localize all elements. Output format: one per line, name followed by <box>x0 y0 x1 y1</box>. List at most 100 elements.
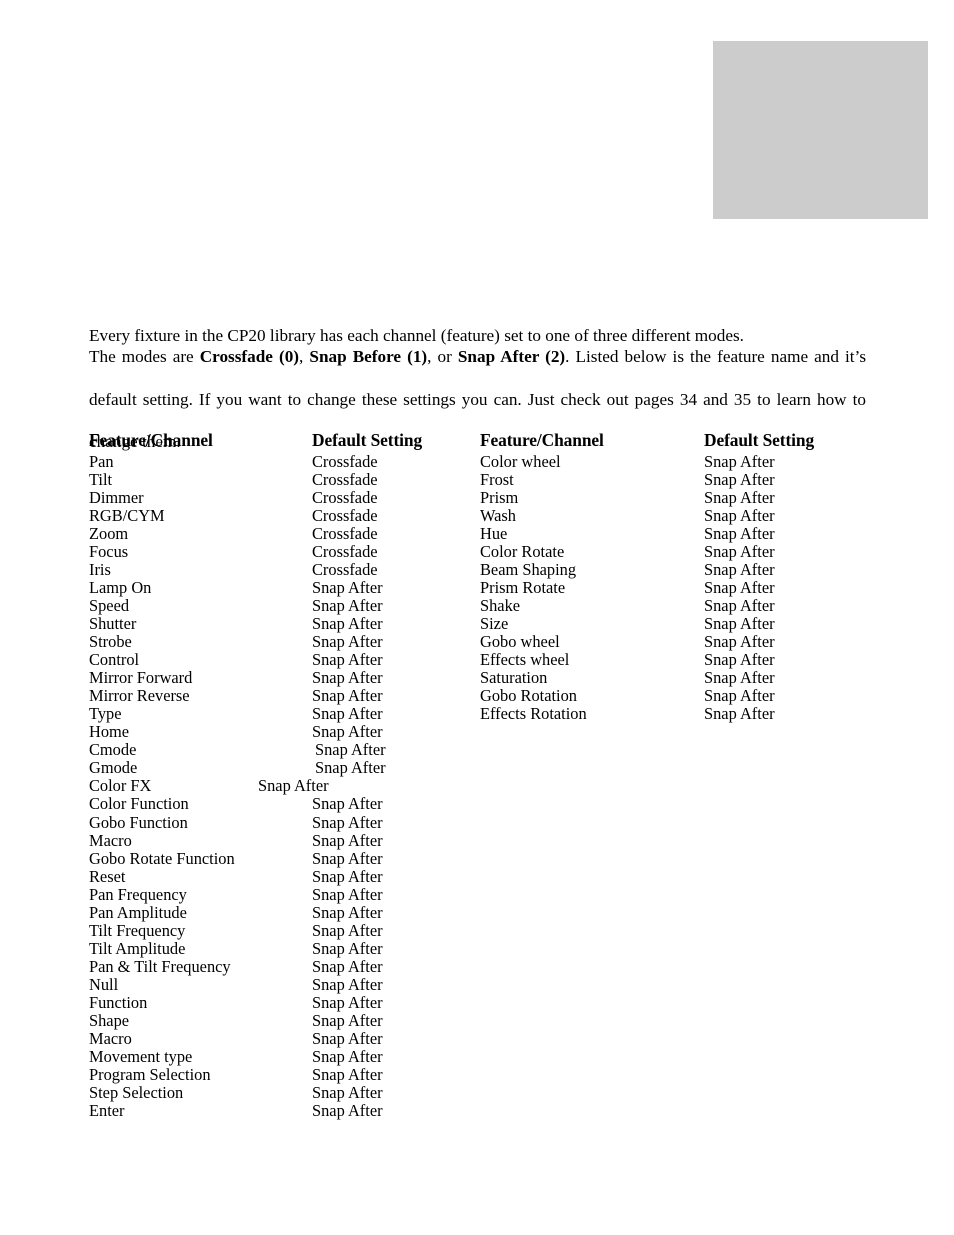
feature-channel-label: Hue <box>480 523 508 543</box>
table-row: Step Selection Snap After <box>0 1084 480 1102</box>
feature-channel-label: Prism <box>480 487 519 507</box>
table-row: Cmode Snap After <box>0 741 480 759</box>
table-row: Beam Shaping Snap After <box>0 559 954 579</box>
table-row: Shape Snap After <box>0 1011 480 1031</box>
default-setting-value: Snap After <box>704 505 775 525</box>
default-setting-value: Snap After <box>312 884 383 904</box>
table-row: Home Snap After <box>0 723 480 741</box>
table-row: Color Function Snap After <box>0 795 480 813</box>
table-row: Effects Rotation Snap After <box>0 705 954 723</box>
column-header-feature-right: Feature/Channel <box>480 430 604 450</box>
feature-channel-label: Step Selection <box>89 1083 184 1103</box>
table-row: Tilt Amplitude Snap After <box>0 938 480 958</box>
default-setting-value: Snap After <box>312 1047 383 1067</box>
feature-channel-label: Shake <box>480 595 521 615</box>
table-row: Enter Snap After <box>0 1102 480 1120</box>
feature-channel-label: Pan Frequency <box>89 884 187 904</box>
feature-channel-label: Gmode <box>89 758 138 778</box>
table-row: Tilt Frequency Snap After <box>0 920 480 940</box>
feature-channel-label: Gobo Rotate Function <box>89 848 235 868</box>
table-row: Shake Snap After <box>0 595 954 615</box>
default-setting-value: Snap After <box>704 668 775 688</box>
feature-channel-label: Beam Shaping <box>480 559 577 579</box>
default-setting-value: Snap After <box>315 758 386 778</box>
default-setting-value: Snap After <box>312 956 383 976</box>
table-row: Function Snap After <box>0 993 480 1012</box>
default-setting-value: Snap After <box>312 1083 383 1103</box>
feature-channel-label: Wash <box>480 505 517 525</box>
default-setting-value: Snap After <box>312 920 383 940</box>
table-row: Pan & Tilt Frequency Snap After <box>0 956 480 976</box>
table-row: Gobo Rotate Function Snap After <box>0 848 480 868</box>
default-setting-value: Snap After <box>704 613 775 633</box>
feature-channel-label: Function <box>89 993 148 1012</box>
feature-channel-label: Gobo Function <box>89 812 188 832</box>
default-setting-value: Snap After <box>312 1065 383 1085</box>
default-setting-value: Snap After <box>312 938 383 958</box>
table-row: Gobo Function Snap After <box>0 812 480 832</box>
feature-channel-label: Gobo Rotation <box>480 686 577 706</box>
default-setting-value: Snap After <box>312 830 383 850</box>
feature-channel-label: Prism Rotate <box>480 577 566 597</box>
table-row: Macro Snap After <box>0 830 480 850</box>
default-setting-value: Snap After <box>315 740 386 760</box>
table-row: Frost Snap After <box>0 469 954 489</box>
default-setting-value: Snap After <box>312 993 383 1012</box>
feature-channel-label: Null <box>89 974 119 994</box>
default-setting-value: Snap After <box>312 974 383 994</box>
table-row: Gobo Rotation Snap After <box>0 687 954 705</box>
column-header-setting-right: Default Setting <box>704 430 815 450</box>
table-row: Reset Snap After <box>0 866 480 886</box>
feature-channel-label: Cmode <box>89 740 137 760</box>
feature-channel-label: Movement type <box>89 1047 193 1067</box>
feature-channel-label: Color FX <box>89 776 152 796</box>
default-setting-value: Snap After <box>312 848 383 868</box>
feature-channel-label: Tilt Amplitude <box>89 938 186 958</box>
default-setting-value: Snap After <box>704 650 775 670</box>
table-row: Prism Rotate Snap After <box>0 577 954 597</box>
default-setting-value: Snap After <box>704 686 775 706</box>
table-row: Macro Snap After <box>0 1030 480 1048</box>
table-row: Color FX Snap After <box>0 777 480 795</box>
default-setting-value: Snap After <box>704 523 775 543</box>
feature-channel-label: Color Function <box>89 794 189 814</box>
feature-channel-label: Shape <box>89 1011 130 1031</box>
column-header-feature-left: Feature/Channel <box>89 430 213 450</box>
default-setting-value: Snap After <box>312 1101 383 1121</box>
default-setting-value: Snap After <box>312 794 383 814</box>
table-row: Prism Snap After <box>0 487 954 507</box>
table-row: Color wheel Snap After <box>0 451 954 471</box>
default-setting-value: Snap After <box>704 559 775 579</box>
default-setting-value: Snap After <box>704 487 775 507</box>
table-row: Program Selection Snap After <box>0 1066 480 1084</box>
feature-channel-label: Size <box>480 613 509 633</box>
table-row: Color Rotate Snap After <box>0 542 954 561</box>
table-row: Hue Snap After <box>0 523 954 543</box>
feature-channel-label: Effects wheel <box>480 650 570 670</box>
table-row: Movement type Snap After <box>0 1048 480 1066</box>
default-setting-value: Snap After <box>704 704 775 724</box>
default-setting-value: Snap After <box>704 469 775 489</box>
feature-channel-label: Macro <box>89 830 132 850</box>
feature-channel-label: Frost <box>480 469 514 489</box>
feature-channel-label: Saturation <box>480 668 548 688</box>
table-row: Effects wheel Snap After <box>0 650 954 670</box>
feature-channel-label: Effects Rotation <box>480 704 587 724</box>
default-setting-value: Snap After <box>312 866 383 886</box>
feature-channel-label: Color wheel <box>480 451 561 471</box>
table-row: Gobo wheel Snap After <box>0 632 954 651</box>
table-row: Pan Amplitude Snap After <box>0 903 480 922</box>
default-setting-value: Snap After <box>704 595 775 615</box>
feature-channel-label: Program Selection <box>89 1065 211 1085</box>
feature-default-settings-table: Feature/Channel Default Setting Feature/… <box>0 0 954 1235</box>
column-header-setting-left: Default Setting <box>312 430 423 450</box>
table-row: Wash Snap After <box>0 505 954 525</box>
feature-channel-label: Home <box>89 722 130 742</box>
feature-channel-label: Gobo wheel <box>480 632 560 651</box>
default-setting-value: Snap After <box>312 812 383 832</box>
feature-channel-label: Enter <box>89 1101 125 1121</box>
table-row: Null Snap After <box>0 974 480 994</box>
table-row: Size Snap After <box>0 613 954 633</box>
feature-channel-label: Reset <box>89 866 126 886</box>
feature-channel-label: Pan & Tilt Frequency <box>89 956 231 976</box>
